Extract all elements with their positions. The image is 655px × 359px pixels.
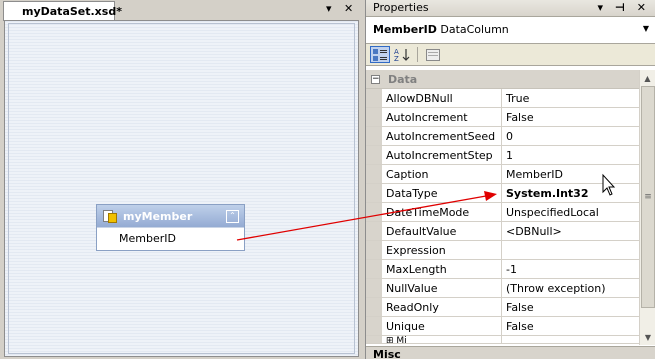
property-value[interactable]: False	[502, 317, 639, 335]
property-row[interactable]: Unique False	[366, 317, 639, 336]
designer-surface[interactable]	[4, 20, 359, 357]
property-row-gutter	[366, 108, 382, 126]
document-tab-label: myDataSet.xsd*	[22, 5, 122, 18]
property-row-gutter	[366, 165, 382, 183]
alphabetical-icon[interactable]: AZ	[392, 46, 412, 63]
property-row[interactable]: Caption MemberID	[366, 165, 639, 184]
selected-object-name: MemberID	[373, 23, 437, 36]
designer-surface-frame	[8, 23, 355, 354]
property-name: Unique	[382, 317, 502, 335]
window-position-button[interactable]: ▾	[326, 2, 332, 15]
property-row-gutter	[366, 89, 382, 107]
collapse-category-icon[interactable]: −	[371, 74, 380, 84]
property-value[interactable]: False	[502, 108, 639, 126]
properties-toolbar: AZ	[366, 44, 655, 66]
properties-title-bar: Properties ▾ ⊣ ✕	[366, 0, 655, 17]
property-value[interactable]	[502, 241, 639, 259]
properties-window-buttons[interactable]: ▾ ⊣ ✕	[598, 1, 650, 14]
property-name: NullValue	[382, 279, 502, 297]
scrollbar-grip-icon: ≡	[644, 192, 652, 202]
property-grid-scrollbar[interactable]: ▲ ≡ ▼	[639, 70, 655, 345]
property-name: AllowDBNull	[382, 89, 502, 107]
property-row-gutter	[366, 279, 382, 297]
property-value[interactable]: System.Int32	[502, 184, 639, 202]
property-row-gutter	[366, 241, 382, 259]
property-value[interactable]: True	[502, 89, 639, 107]
close-document-button[interactable]: ✕	[344, 2, 353, 15]
property-name: ReadOnly	[382, 298, 502, 316]
property-row[interactable]: AllowDBNull True	[366, 89, 639, 108]
property-name: MaxLength	[382, 260, 502, 278]
property-row-gutter	[366, 127, 382, 145]
property-pages-icon[interactable]	[423, 46, 443, 63]
category-label: Data	[388, 72, 418, 86]
description-pane: Misc	[366, 346, 655, 359]
datatable-header[interactable]: myMember ⌃	[97, 205, 244, 227]
property-row[interactable]: DateTimeMode UnspecifiedLocal	[366, 203, 639, 222]
document-tab[interactable]: myDataSet.xsd*	[3, 1, 122, 21]
property-name: AutoIncrement	[382, 108, 502, 126]
property-row-gutter	[366, 222, 382, 240]
property-value[interactable]: UnspecifiedLocal	[502, 203, 639, 221]
scrollbar-thumb[interactable]: ≡	[641, 86, 655, 308]
property-name: AutoIncrementStep	[382, 146, 502, 164]
properties-title: Properties	[373, 1, 429, 14]
property-name: Caption	[382, 165, 502, 183]
datatable-name: myMember	[123, 209, 193, 223]
property-value[interactable]: False	[502, 298, 639, 316]
property-row-gutter	[366, 317, 382, 335]
property-name: Expression	[382, 241, 502, 259]
datatable-mymember[interactable]: myMember ⌃ MemberID	[96, 204, 245, 251]
property-row-gutter	[366, 146, 382, 164]
property-row[interactable]: AutoIncrementSeed 0	[366, 127, 639, 146]
property-name: AutoIncrementSeed	[382, 127, 502, 145]
categorized-icon[interactable]	[370, 46, 390, 63]
properties-window: Properties ▾ ⊣ ✕ MemberID DataColumn ▼ A…	[365, 0, 655, 359]
description-title: Misc	[373, 348, 401, 359]
property-row[interactable]: NullValue (Throw exception)	[366, 279, 639, 298]
property-row[interactable]: ReadOnly False	[366, 298, 639, 317]
property-name: DataType	[382, 184, 502, 202]
property-value[interactable]: MemberID	[502, 165, 639, 183]
partial-category-row: ⊞ Mi	[366, 336, 639, 344]
property-value[interactable]: 0	[502, 127, 639, 145]
property-row[interactable]: MaxLength -1	[366, 260, 639, 279]
property-value[interactable]: (Throw exception)	[502, 279, 639, 297]
property-name: DefaultValue	[382, 222, 502, 240]
category-data[interactable]: − Data	[366, 70, 639, 89]
datatable-column-name: MemberID	[119, 232, 176, 245]
property-grid: − Data AllowDBNull True AutoIncrement False…	[366, 70, 639, 345]
svg-text:Z: Z	[394, 55, 399, 62]
property-row-gutter	[366, 203, 382, 221]
chevron-down-icon[interactable]: ▼	[643, 24, 649, 33]
property-row[interactable]: Expression	[366, 241, 639, 260]
property-row-gutter	[366, 184, 382, 202]
property-row[interactable]: DataType System.Int32	[366, 184, 639, 203]
datatable-column-row[interactable]: MemberID	[97, 227, 244, 249]
property-row[interactable]: AutoIncrementStep 1	[366, 146, 639, 165]
property-value[interactable]: -1	[502, 260, 639, 278]
property-row[interactable]: AutoIncrement False	[366, 108, 639, 127]
property-value[interactable]: <DBNull>	[502, 222, 639, 240]
property-row-gutter	[366, 260, 382, 278]
toolbar-separator	[417, 47, 418, 62]
scroll-up-icon[interactable]: ▲	[640, 70, 655, 86]
partial-row-text: ⊞ Mi	[382, 336, 502, 343]
selected-object-type: DataColumn	[440, 23, 509, 36]
datatable-icon	[103, 209, 117, 223]
property-name: DateTimeMode	[382, 203, 502, 221]
scroll-down-icon[interactable]: ▼	[640, 329, 655, 345]
property-value[interactable]: 1	[502, 146, 639, 164]
property-row-gutter	[366, 298, 382, 316]
dataset-designer-pane: myDataSet.xsd* ▾ ✕ myMember ⌃ MemberID	[0, 0, 362, 359]
object-selector[interactable]: MemberID DataColumn ▼	[366, 17, 655, 44]
property-row[interactable]: DefaultValue <DBNull>	[366, 222, 639, 241]
collapse-chevron-icon[interactable]: ⌃	[226, 209, 239, 223]
